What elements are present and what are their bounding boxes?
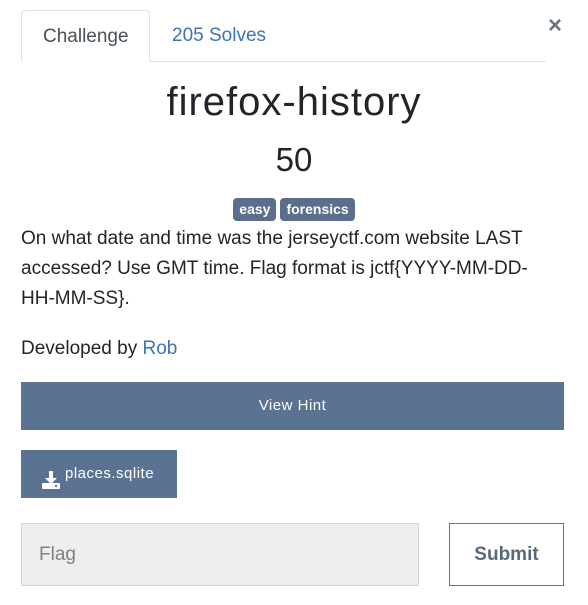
challenge-description: On what date and time was the jerseyctf.… (21, 228, 528, 309)
view-hint-button[interactable]: View Hint (21, 382, 564, 430)
challenge-points: 50 (275, 141, 313, 178)
close-icon[interactable]: × (545, 14, 565, 38)
tag-list: easy forensics (0, 198, 588, 221)
developed-by: Developed by Rob (21, 334, 177, 364)
submit-button[interactable]: Submit (449, 523, 564, 586)
tab-solves[interactable]: 205 Solves (151, 10, 287, 61)
flag-input[interactable] (21, 523, 419, 586)
tag-easy: easy (233, 198, 277, 221)
challenge-title: firefox-history (166, 80, 422, 124)
download-icon (41, 462, 61, 490)
author-link[interactable]: Rob (142, 338, 177, 359)
tab-challenge[interactable]: Challenge (21, 10, 150, 62)
file-download-button[interactable]: places.sqlite (21, 450, 177, 498)
developed-by-label: Developed by (21, 338, 138, 359)
tab-bar: Challenge 205 Solves (21, 10, 546, 62)
tag-forensics: forensics (280, 198, 355, 221)
file-name: places.sqlite (65, 465, 155, 482)
